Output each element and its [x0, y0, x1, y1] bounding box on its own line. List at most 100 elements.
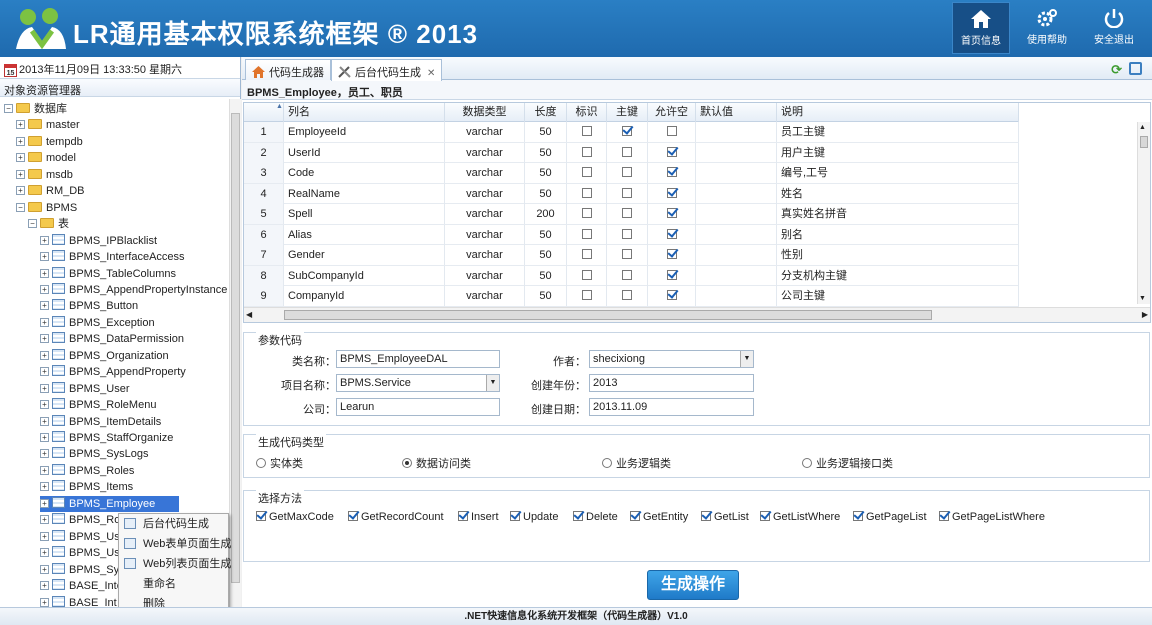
- expand-toggle-icon[interactable]: +: [40, 383, 49, 393]
- scroll-right-icon[interactable]: ▶: [1142, 310, 1148, 319]
- checkbox[interactable]: [622, 167, 632, 177]
- table-row[interactable]: 5 Spell varchar 200 真实姓名拼音: [244, 204, 1019, 225]
- checkbox[interactable]: [666, 167, 677, 177]
- nullable-cell[interactable]: [648, 163, 696, 183]
- expand-toggle-icon[interactable]: +: [40, 531, 49, 541]
- tree-node[interactable]: + BPMS_Employee: [40, 495, 180, 512]
- identity-cell[interactable]: [567, 163, 607, 183]
- method-checkbox[interactable]: Insert: [458, 511, 499, 523]
- nullable-cell[interactable]: [648, 183, 696, 204]
- tree-node[interactable]: + BPMS_Items: [40, 479, 133, 495]
- tree-node[interactable]: + BPMS_ItemDetails: [40, 414, 161, 430]
- tree-node[interactable]: + BPMS_SysLogs: [40, 446, 148, 462]
- identity-cell[interactable]: [567, 183, 607, 204]
- method-checkbox[interactable]: Update: [510, 511, 558, 523]
- scroll-down-icon[interactable]: ▼: [1139, 295, 1146, 302]
- expand-toggle-icon[interactable]: +: [40, 498, 49, 508]
- expand-toggle-icon[interactable]: +: [16, 186, 25, 196]
- project-select[interactable]: BPMS.Service ▼: [336, 374, 500, 392]
- checkbox[interactable]: [939, 511, 949, 521]
- identity-cell[interactable]: [567, 142, 607, 163]
- checkbox[interactable]: [666, 228, 677, 239]
- grid-column-header[interactable]: 数据类型: [445, 103, 525, 122]
- checkbox[interactable]: [581, 167, 592, 177]
- checkbox[interactable]: [666, 187, 677, 198]
- table-row[interactable]: 3 Code varchar 50 编号,工号: [244, 163, 1019, 184]
- tree-scrollbar-thumb[interactable]: [231, 113, 240, 583]
- primary-key-cell[interactable]: [607, 224, 648, 245]
- expand-toggle-icon[interactable]: +: [40, 301, 49, 311]
- expand-toggle-icon[interactable]: +: [40, 416, 49, 426]
- method-checkbox[interactable]: GetRecordCount: [348, 511, 444, 523]
- tree-node[interactable]: + BPMS_RoleMenu: [40, 397, 156, 413]
- checkbox[interactable]: [581, 249, 592, 259]
- checkbox[interactable]: [622, 249, 632, 259]
- expand-toggle-icon[interactable]: +: [40, 367, 49, 377]
- tree-node[interactable]: + BPMS_StaffOrganize: [40, 430, 173, 446]
- tree-node[interactable]: + BPMS_IPBlacklist: [40, 233, 157, 249]
- tree-node[interactable]: + BPMS_Use: [40, 545, 126, 561]
- expand-toggle-icon[interactable]: +: [40, 482, 49, 492]
- expand-toggle-icon[interactable]: −: [4, 104, 13, 113]
- identity-cell[interactable]: [567, 286, 607, 306]
- nullable-cell[interactable]: [648, 265, 696, 286]
- checkbox[interactable]: [666, 290, 677, 300]
- tree-node[interactable]: + msdb: [16, 167, 73, 183]
- table-row[interactable]: 4 RealName varchar 50 姓名: [244, 183, 1019, 204]
- radio-button[interactable]: [802, 458, 812, 468]
- grid-hscroll-thumb[interactable]: [284, 310, 932, 320]
- tree-node[interactable]: + model: [16, 150, 76, 166]
- method-checkbox[interactable]: GetMaxCode: [256, 511, 334, 523]
- company-field[interactable]: Learun: [336, 398, 500, 416]
- table-row[interactable]: 1 EmployeeId varchar 50 员工主键: [244, 122, 1019, 143]
- checkbox[interactable]: [581, 126, 592, 136]
- method-checkbox[interactable]: GetEntity: [630, 511, 688, 523]
- checkbox[interactable]: [760, 511, 770, 521]
- checkbox[interactable]: [622, 187, 632, 198]
- checkbox[interactable]: [581, 228, 592, 239]
- expand-toggle-icon[interactable]: +: [40, 433, 49, 442]
- primary-key-cell[interactable]: [607, 204, 648, 224]
- home-button[interactable]: 首页信息: [952, 2, 1010, 54]
- tree-node[interactable]: + BPMS_InterfaceAccess: [40, 249, 185, 265]
- method-checkbox[interactable]: GetPageListWhere: [939, 511, 1045, 523]
- expand-toggle-icon[interactable]: +: [16, 153, 25, 163]
- chevron-down-icon[interactable]: ▼: [486, 375, 499, 391]
- tree-node[interactable]: + RM_DB: [16, 183, 85, 199]
- checkbox[interactable]: [666, 269, 677, 280]
- codetype-radio[interactable]: 数据访问类: [402, 455, 471, 471]
- grid-column-header[interactable]: 标识: [567, 103, 607, 122]
- codetype-radio[interactable]: 实体类: [256, 455, 303, 471]
- codetype-radio[interactable]: 业务逻辑类: [602, 455, 671, 471]
- checkbox[interactable]: [581, 269, 592, 280]
- table-row[interactable]: 8 SubCompanyId varchar 50 分支机构主键: [244, 265, 1019, 286]
- checkbox[interactable]: [622, 208, 632, 218]
- help-button[interactable]: 使用帮助: [1018, 2, 1076, 54]
- expand-toggle-icon[interactable]: +: [40, 317, 49, 327]
- context-menu-item[interactable]: 后台代码生成: [119, 514, 228, 534]
- tree-node[interactable]: − 表: [28, 216, 69, 232]
- radio-button[interactable]: [402, 458, 412, 468]
- identity-cell[interactable]: [567, 204, 607, 224]
- expand-toggle-icon[interactable]: +: [40, 564, 49, 574]
- expand-toggle-icon[interactable]: +: [16, 120, 25, 130]
- primary-key-cell[interactable]: [607, 163, 648, 183]
- expand-toggle-icon[interactable]: +: [40, 252, 49, 262]
- primary-key-cell[interactable]: [607, 286, 648, 306]
- scroll-left-icon[interactable]: ◀: [246, 310, 252, 319]
- context-menu-item[interactable]: 重命名: [119, 574, 228, 594]
- checkbox[interactable]: [622, 126, 632, 136]
- table-row[interactable]: 7 Gender varchar 50 性别: [244, 245, 1019, 266]
- year-field[interactable]: 2013: [589, 374, 754, 392]
- tree-node[interactable]: + BPMS_Organization: [40, 348, 169, 364]
- expand-toggle-icon[interactable]: +: [40, 465, 49, 475]
- tree-node[interactable]: + BPMS_Roles: [40, 463, 134, 479]
- tree-node[interactable]: + BPMS_AppendProperty: [40, 364, 186, 380]
- nullable-cell[interactable]: [648, 224, 696, 245]
- primary-key-cell[interactable]: [607, 122, 648, 142]
- tab-backend-codegen[interactable]: 后台代码生成 ✕: [331, 59, 443, 81]
- expand-toggle-icon[interactable]: +: [40, 400, 49, 410]
- expand-toggle-icon[interactable]: +: [40, 548, 49, 558]
- author-select[interactable]: shecixiong ▼: [589, 350, 754, 368]
- tree-node[interactable]: + BPMS_Use: [40, 529, 126, 545]
